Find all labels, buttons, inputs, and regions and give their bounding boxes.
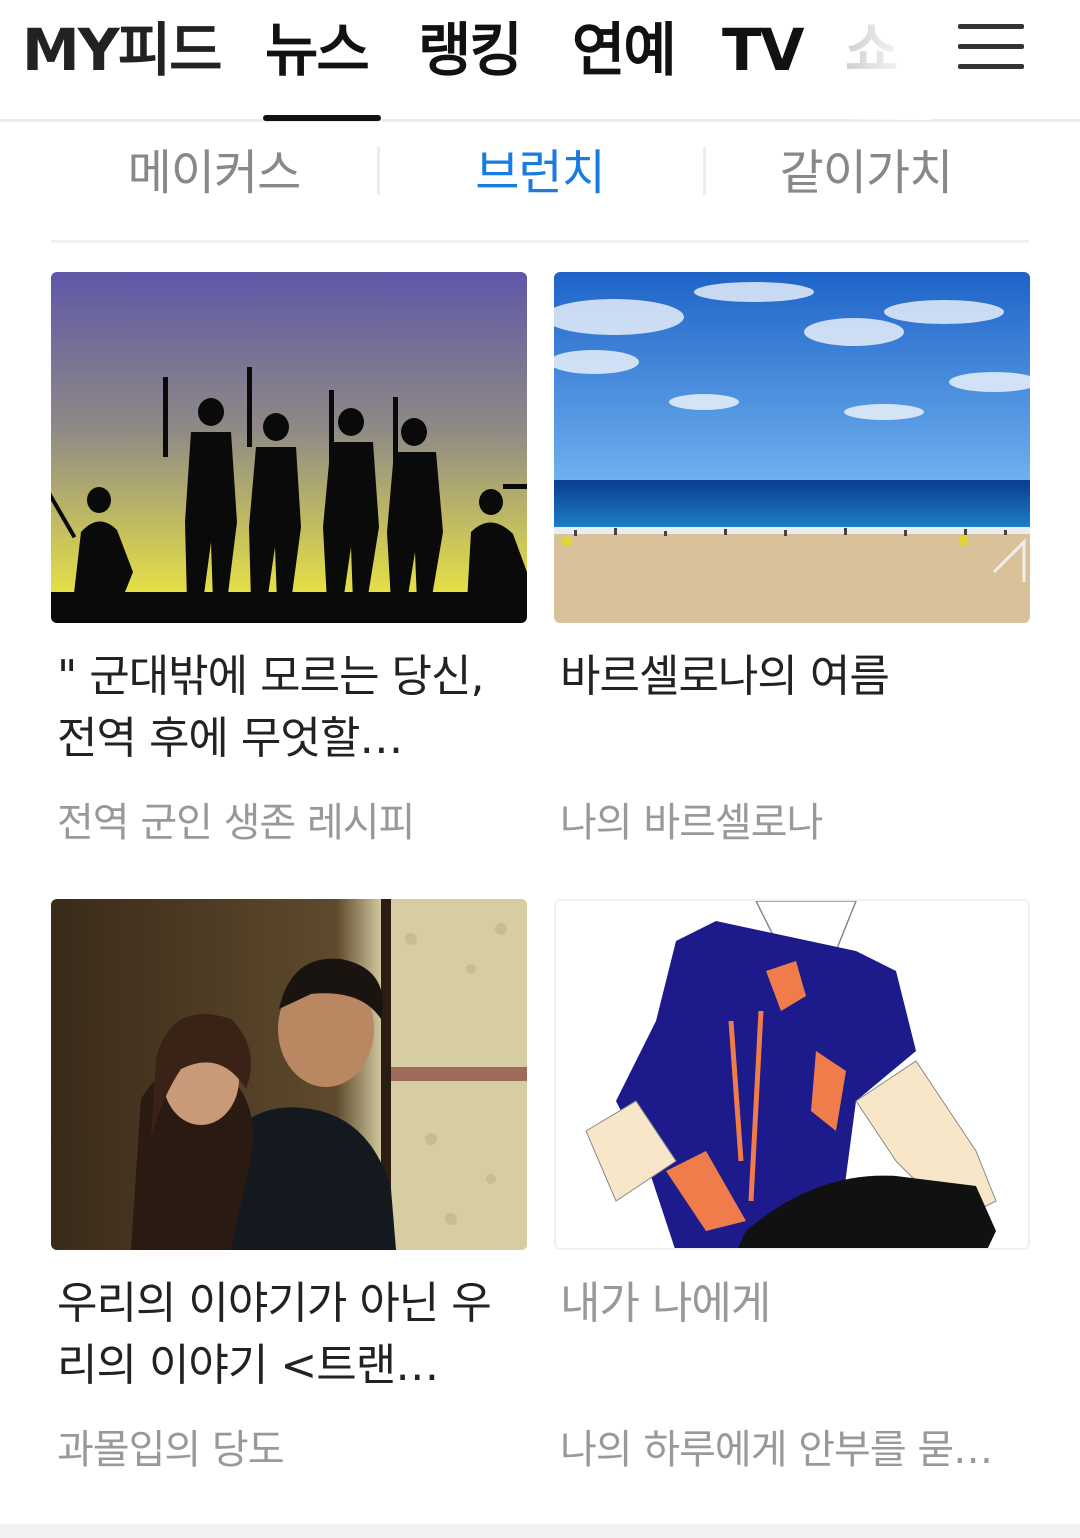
hamburger-menu-icon[interactable] xyxy=(952,18,1032,78)
article-title[interactable]: " 군대밖에 모르는 당신, 전역 후에 무엇할… xyxy=(57,646,517,770)
category-tabs: MY피드 뉴스 랭킹 연예 TV 쇼 xyxy=(0,0,930,120)
article-title[interactable]: 바르셀로나의 여름 xyxy=(560,646,1020,708)
article-thumbnail-illustration[interactable] xyxy=(554,899,1030,1250)
top-navigation: MY피드 뉴스 랭킹 연예 TV 쇼 xyxy=(0,0,1080,122)
tab-tv[interactable]: TV xyxy=(722,10,804,90)
tab-entertainment[interactable]: 연예 xyxy=(572,10,677,90)
subtab-makers[interactable]: 메이커스 xyxy=(51,143,377,203)
article-source: 과몰입의 당도 xyxy=(57,1427,285,1473)
subtab-together-value[interactable]: 같이가치 xyxy=(703,143,1029,203)
section-divider xyxy=(0,1524,1080,1538)
subtab-brunch[interactable]: 브런치 xyxy=(377,143,703,203)
article-title[interactable]: 우리의 이야기가 아닌 우리의 이야기 <트랜… xyxy=(57,1273,517,1397)
article-title[interactable]: 내가 나에게 xyxy=(560,1273,1020,1335)
article-thumbnail-soldiers[interactable] xyxy=(51,272,527,623)
article-source: 나의 바르셀로나 xyxy=(560,800,823,846)
active-tab-indicator xyxy=(263,115,381,121)
article-thumbnail-movie-still[interactable] xyxy=(51,899,527,1250)
tab-my-feed[interactable]: MY피드 xyxy=(22,10,222,90)
tab-ranking[interactable]: 랭킹 xyxy=(418,10,523,90)
sub-tabs: 메이커스 브런치 같이가치 xyxy=(51,125,1029,243)
tab-news[interactable]: 뉴스 xyxy=(265,10,370,90)
tabs-fade-overlay xyxy=(840,0,930,120)
article-source: 전역 군인 생존 레시피 xyxy=(57,800,415,846)
article-source: 나의 하루에게 안부를 묻… xyxy=(560,1427,993,1473)
article-thumbnail-beach[interactable] xyxy=(554,272,1030,623)
